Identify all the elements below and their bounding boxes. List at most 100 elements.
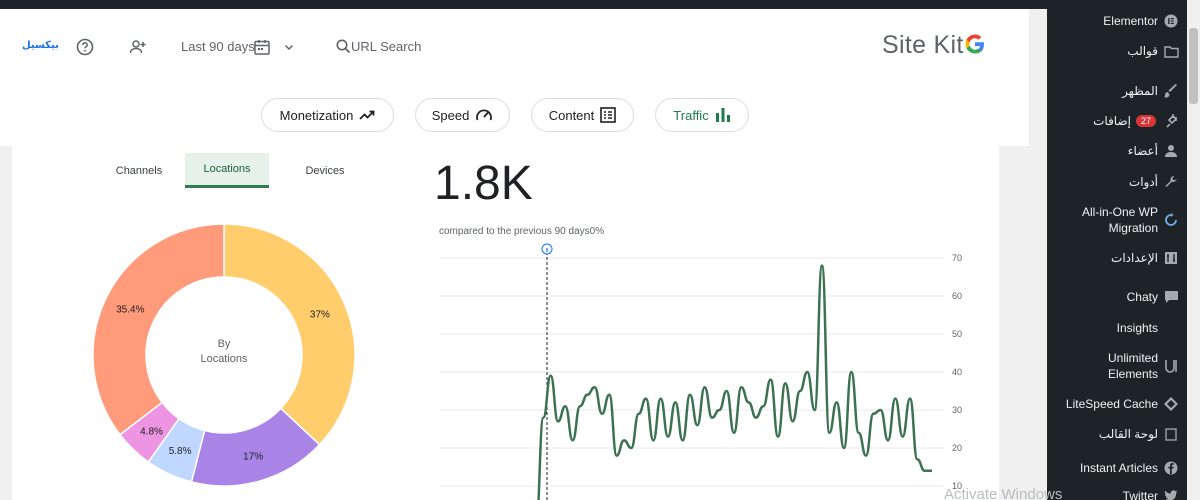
sidebar-item-insights[interactable]: Insights xyxy=(1117,320,1179,336)
sidebar-item-users[interactable]: أعضاء xyxy=(1128,143,1179,159)
wp-admin-bar xyxy=(0,0,1200,9)
metric-compare-text: compared to the previous 90 days0% xyxy=(439,226,605,237)
slice-label: 5.8% xyxy=(169,446,192,457)
donut-slice[interactable] xyxy=(92,223,225,436)
sidebar-item-label: Unlimited Elements xyxy=(1107,351,1158,381)
sidebar-item-label: Twitter xyxy=(1122,489,1158,500)
sidebar-item-litespeed[interactable]: LiteSpeed Cache xyxy=(1066,396,1179,412)
sidebar-item-elementor[interactable]: Elementor xyxy=(1103,13,1179,29)
page-scrollbar[interactable] xyxy=(1187,0,1200,500)
sidebar-item-plugins[interactable]: إضافات 27 xyxy=(1093,113,1179,129)
list-icon xyxy=(600,107,617,123)
panel-icon xyxy=(1163,426,1179,442)
url-search-input[interactable]: URL Search xyxy=(351,39,421,54)
help-icon[interactable] xyxy=(75,37,95,57)
info-icon-stem xyxy=(546,248,548,252)
site-logo[interactable]: بيكسيل xyxy=(22,40,59,51)
sidebar-item-appearance[interactable]: المظهر xyxy=(1122,83,1179,99)
sidebar-item-label: المظهر xyxy=(1122,84,1158,98)
donut-slice[interactable] xyxy=(223,223,356,446)
add-user-icon[interactable] xyxy=(128,37,148,57)
metric-value: 1.8K xyxy=(434,157,533,210)
bar-chart-icon xyxy=(715,108,730,122)
date-range-selector[interactable]: Last 90 days xyxy=(181,39,255,54)
donut-center-label: By xyxy=(218,338,231,350)
tab-traffic[interactable]: Traffic xyxy=(655,98,749,132)
y-tick-label: 40 xyxy=(952,367,962,377)
sidebar-item-label: Insights xyxy=(1116,321,1158,335)
folder-icon xyxy=(1163,43,1179,59)
tab-speed[interactable]: Speed xyxy=(415,98,510,132)
elementor-icon xyxy=(1163,13,1179,29)
y-tick-label: 60 xyxy=(952,291,962,301)
sidebar-item-settings[interactable]: الإعدادات xyxy=(1111,250,1179,266)
dashboard-tabs: Monetization Speed Content Traffic xyxy=(0,90,1029,146)
chat-icon xyxy=(1163,289,1179,305)
slice-label: 35.4% xyxy=(116,305,144,316)
wrench-icon xyxy=(1163,174,1179,190)
sidebar-item-label: LiteSpeed Cache xyxy=(1065,397,1158,411)
y-tick-label: 20 xyxy=(952,443,962,453)
facebook-icon xyxy=(1163,460,1179,476)
sidebar-item-label: أدوات xyxy=(1128,175,1158,189)
slice-label: 37% xyxy=(310,309,330,320)
subtab-locations[interactable]: Locations xyxy=(185,153,269,188)
sidebar-item-label: Elementor xyxy=(1103,14,1158,28)
twitter-icon xyxy=(1163,488,1179,500)
google-g-icon xyxy=(964,32,986,63)
y-tick-label: 70 xyxy=(952,253,962,263)
tab-label: Speed xyxy=(431,107,470,123)
plugin-updates-badge: 27 xyxy=(1135,115,1156,127)
sidebar-item-label: قوالب xyxy=(1127,44,1158,58)
elements-icon xyxy=(1163,358,1179,374)
chevron-down-icon[interactable] xyxy=(283,40,295,58)
sidebar-item-unlimited-elements[interactable]: Unlimited Elements xyxy=(1059,350,1179,382)
donut-center-label: Locations xyxy=(200,353,248,365)
plugin-icon xyxy=(1163,113,1179,129)
traffic-line-chart: 70605040302010 xyxy=(440,243,962,500)
sidebar-item-label: أعضاء xyxy=(1127,144,1158,158)
subtab-channels[interactable]: Channels xyxy=(97,153,181,188)
wp-admin-sidebar: Elementor قوالب المظهر إضافات 27 أعضاء أ… xyxy=(1047,0,1187,500)
locations-donut-chart: 37% 17% 5.8% 4.8% 35.4% By Locations xyxy=(92,223,356,487)
traffic-series-line[interactable] xyxy=(536,264,932,500)
sidebar-item-chaty[interactable]: Chaty xyxy=(1127,289,1179,305)
y-tick-label: 50 xyxy=(952,329,962,339)
sidebar-item-tools[interactable]: أدوات xyxy=(1129,174,1179,190)
sidebar-item-label: Chaty xyxy=(1126,290,1158,304)
tab-monetization[interactable]: Monetization xyxy=(261,98,394,132)
trend-up-icon xyxy=(359,110,375,120)
activate-windows-watermark: Activate Windows xyxy=(944,486,1063,500)
sidebar-item-migration[interactable]: All-in-One WP Migration xyxy=(1059,204,1179,236)
tab-label: Monetization xyxy=(279,107,354,123)
y-tick-label: 30 xyxy=(952,405,962,415)
slice-label: 4.8% xyxy=(140,426,163,437)
diamond-icon xyxy=(1163,396,1179,412)
sidebar-item-label: إضافات xyxy=(1093,114,1131,128)
site-kit-header: بيكسيل Last 90 days URL Search Site Kit xyxy=(0,9,1029,90)
tab-label: Traffic xyxy=(673,107,709,123)
user-icon xyxy=(1163,143,1179,159)
sidebar-item-label: All-in-One WP Migration xyxy=(1081,205,1158,235)
subtab-devices[interactable]: Devices xyxy=(283,153,367,188)
sidebar-item-instant-articles[interactable]: Instant Articles xyxy=(1080,460,1179,476)
paintbrush-icon xyxy=(1163,83,1179,99)
migration-icon xyxy=(1163,212,1179,228)
traffic-panel: Channels Locations Devices 37% 17% 5.8% 4.8… xyxy=(12,146,999,500)
tab-content[interactable]: Content xyxy=(531,98,634,132)
sidebar-item-templates[interactable]: قوالب xyxy=(1127,43,1179,59)
calendar-icon[interactable] xyxy=(253,38,271,61)
sidebar-item-twitter[interactable]: Twitter xyxy=(1123,488,1179,500)
sidebar-item-theme-panel[interactable]: لوحة القالب xyxy=(1099,426,1179,442)
search-icon[interactable] xyxy=(336,39,351,59)
brand-text: Site Kit xyxy=(882,31,964,59)
settings-icon xyxy=(1163,250,1179,266)
speedometer-icon xyxy=(476,109,493,121)
sidebar-item-label: الإعدادات xyxy=(1111,251,1158,265)
slice-label: 17% xyxy=(243,451,263,462)
sidebar-item-label: Instant Articles xyxy=(1079,461,1158,475)
scrollbar-thumb[interactable] xyxy=(1189,28,1198,104)
tab-label: Content xyxy=(548,107,595,123)
site-kit-brand: Site Kit xyxy=(882,31,986,63)
sidebar-item-label: لوحة القالب xyxy=(1098,427,1158,441)
